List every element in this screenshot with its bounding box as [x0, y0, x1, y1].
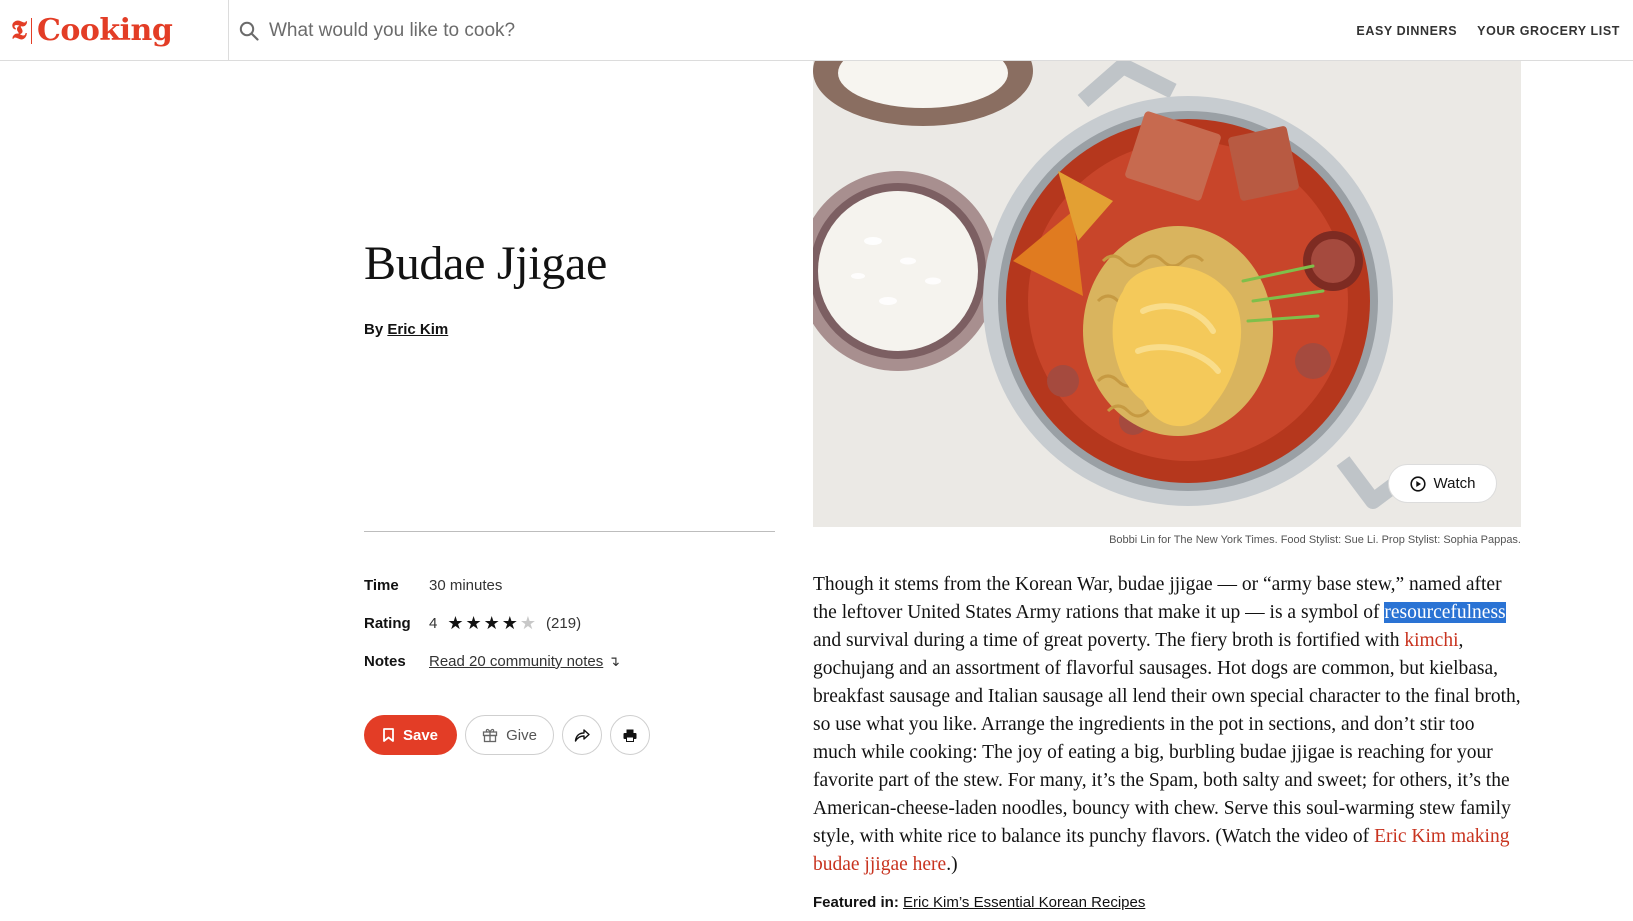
watch-label: Watch [1433, 475, 1476, 492]
give-button[interactable]: Give [465, 715, 554, 755]
kimchi-link[interactable]: kimchi [1404, 630, 1458, 651]
site-header: 𝕿 Cooking EASY DINNERS YOUR GROCERY LIST [0, 0, 1633, 61]
featured-collection-link[interactable]: Eric Kim’s Essential Korean Recipes [903, 894, 1145, 911]
star-icon: ★ [483, 613, 500, 633]
featured-label: Featured in: [813, 894, 899, 911]
featured-in: Featured in: Eric Kim’s Essential Korean… [813, 894, 1145, 911]
nav-easy-dinners[interactable]: EASY DINNERS [1356, 24, 1457, 38]
rating-label: Rating [364, 614, 411, 632]
time-label: Time [364, 576, 399, 594]
brand-wordmark: Cooking [36, 12, 173, 48]
print-button[interactable] [610, 715, 650, 755]
bookmark-icon [383, 728, 394, 742]
recipe-title: Budae Jjigae [364, 237, 607, 290]
notes-label: Notes [364, 652, 406, 670]
rating-row: Rating 4 ★ ★ ★ ★ ★ (219) [364, 612, 581, 634]
save-label: Save [402, 726, 439, 744]
byline-prefix: By [364, 321, 384, 338]
rating-value: 4 [429, 614, 438, 632]
logo-divider [30, 17, 32, 44]
author-link[interactable]: Eric Kim [387, 321, 448, 338]
search-input[interactable] [269, 19, 769, 42]
play-icon [1409, 475, 1426, 492]
star-empty-icon: ★ [519, 613, 537, 633]
nyt-t-icon: 𝕿 [11, 15, 27, 46]
recipe-photo [813, 61, 1521, 527]
description-text-4: .) [946, 854, 958, 875]
rating-value-group[interactable]: 4 ★ ★ ★ ★ ★ (219) [429, 614, 581, 632]
photo-credit: Bobbi Lin for The New York Times. Food S… [1109, 534, 1521, 546]
description-text-3: , gochujang and an assortment of flavorf… [813, 630, 1521, 847]
community-notes-link[interactable]: Read 20 community notes [429, 653, 603, 670]
star-icon: ★ [501, 613, 518, 633]
print-icon [623, 729, 637, 742]
recipe-actions: Save Give [364, 715, 650, 755]
arrow-down-icon: ↴ [608, 652, 620, 669]
share-button[interactable] [562, 715, 602, 755]
rating-stars: ★ ★ ★ ★ ★ [447, 614, 536, 632]
selected-text: resourcefulness [1384, 602, 1506, 623]
save-button[interactable]: Save [364, 715, 457, 755]
rating-count: (219) [546, 614, 582, 632]
divider [364, 531, 775, 532]
give-label: Give [506, 726, 537, 744]
time-row: Time 30 minutes [364, 574, 502, 596]
cooking-logo[interactable]: 𝕿 Cooking [0, 0, 229, 61]
star-icon: ★ [465, 613, 482, 633]
nav-grocery-list[interactable]: YOUR GROCERY LIST [1477, 24, 1620, 38]
notes-row: Notes Read 20 community notes ↴ [364, 650, 620, 672]
top-nav: EASY DINNERS YOUR GROCERY LIST [1356, 0, 1620, 61]
recipe-description: Though it stems from the Korean War, bud… [813, 571, 1521, 879]
budae-jjigae-image [813, 61, 1521, 527]
time-value: 30 minutes [429, 576, 503, 594]
watch-video-button[interactable]: Watch [1388, 464, 1497, 503]
star-icon: ★ [447, 613, 464, 633]
description-text-2: and survival during a time of great pove… [813, 630, 1405, 651]
search-bar[interactable] [239, 0, 769, 61]
gift-icon [482, 728, 498, 743]
search-icon [239, 21, 259, 41]
byline: By Eric Kim [364, 321, 448, 338]
share-icon [574, 729, 590, 742]
